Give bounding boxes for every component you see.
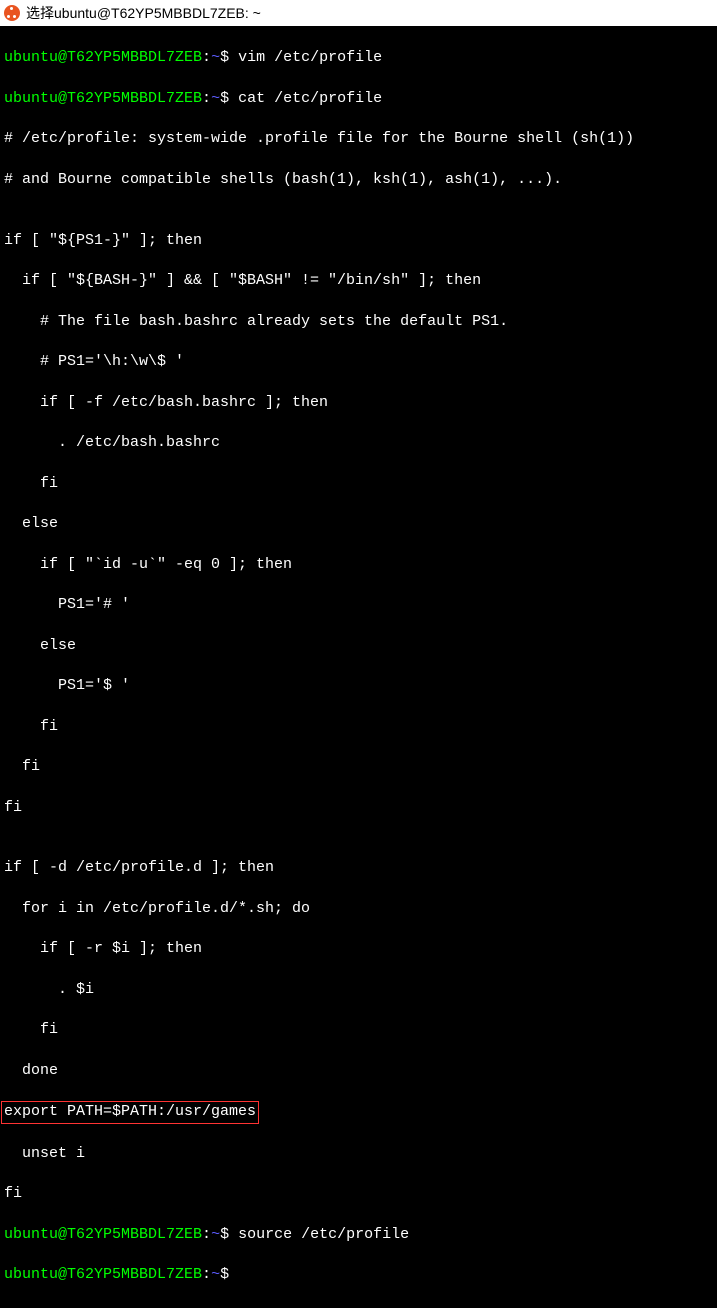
output-line: done	[4, 1061, 713, 1081]
prompt-user-host: ubuntu@T62YP5MBBDL7ZEB	[4, 49, 202, 66]
command-2: cat /etc/profile	[229, 90, 382, 107]
output-line: for i in /etc/profile.d/*.sh; do	[4, 899, 713, 919]
prompt-dollar: $	[220, 1266, 229, 1283]
prompt-dollar: $	[220, 1226, 229, 1243]
prompt-dollar: $	[220, 49, 229, 66]
prompt-user-host: ubuntu@T62YP5MBBDL7ZEB	[4, 1266, 202, 1283]
prompt-line-3: ubuntu@T62YP5MBBDL7ZEB:~$ source /etc/pr…	[4, 1225, 713, 1245]
output-line: fi	[4, 757, 713, 777]
output-line: . /etc/bash.bashrc	[4, 433, 713, 453]
output-line: if [ "${BASH-}" ] && [ "$BASH" != "/bin/…	[4, 271, 713, 291]
prompt-dollar: $	[220, 90, 229, 107]
output-line: fi	[4, 717, 713, 737]
output-line: if [ "${PS1-}" ]; then	[4, 231, 713, 251]
command-1: vim /etc/profile	[229, 49, 382, 66]
output-line: # The file bash.bashrc already sets the …	[4, 312, 713, 332]
output-line: fi	[4, 1020, 713, 1040]
output-line: fi	[4, 474, 713, 494]
prompt-user-host: ubuntu@T62YP5MBBDL7ZEB	[4, 1226, 202, 1243]
prompt-path: ~	[211, 1266, 220, 1283]
prompt-colon: :	[202, 90, 211, 107]
output-line: PS1='# '	[4, 595, 713, 615]
output-line: fi	[4, 1184, 713, 1204]
prompt-line-4[interactable]: ubuntu@T62YP5MBBDL7ZEB:~$	[4, 1265, 713, 1285]
output-line: if [ -f /etc/bash.bashrc ]; then	[4, 393, 713, 413]
output-line: # PS1='\h:\w\$ '	[4, 352, 713, 372]
output-line: if [ -r $i ]; then	[4, 939, 713, 959]
prompt-path: ~	[211, 90, 220, 107]
output-line: unset i	[4, 1144, 713, 1164]
prompt-colon: :	[202, 49, 211, 66]
window-titlebar: 选择ubuntu@T62YP5MBBDL7ZEB: ~	[0, 0, 717, 26]
prompt-path: ~	[211, 49, 220, 66]
output-line: fi	[4, 798, 713, 818]
highlight-box: export PATH=$PATH:/usr/games	[1, 1101, 259, 1123]
prompt-user-host: ubuntu@T62YP5MBBDL7ZEB	[4, 90, 202, 107]
prompt-colon: :	[202, 1266, 211, 1283]
terminal-content[interactable]: ubuntu@T62YP5MBBDL7ZEB:~$ vim /etc/profi…	[0, 26, 717, 1308]
output-line: . $i	[4, 980, 713, 1000]
prompt-line-2: ubuntu@T62YP5MBBDL7ZEB:~$ cat /etc/profi…	[4, 89, 713, 109]
output-line: # and Bourne compatible shells (bash(1),…	[4, 170, 713, 190]
output-line: PS1='$ '	[4, 676, 713, 696]
window-title: 选择ubuntu@T62YP5MBBDL7ZEB: ~	[26, 4, 261, 23]
highlighted-export-line: export PATH=$PATH:/usr/games	[4, 1101, 713, 1123]
output-line: if [ "`id -u`" -eq 0 ]; then	[4, 555, 713, 575]
output-line: else	[4, 636, 713, 656]
prompt-colon: :	[202, 1226, 211, 1243]
output-line: else	[4, 514, 713, 534]
prompt-path: ~	[211, 1226, 220, 1243]
output-line: if [ -d /etc/profile.d ]; then	[4, 858, 713, 878]
prompt-line-1: ubuntu@T62YP5MBBDL7ZEB:~$ vim /etc/profi…	[4, 48, 713, 68]
ubuntu-icon	[4, 5, 20, 21]
output-line: # /etc/profile: system-wide .profile fil…	[4, 129, 713, 149]
command-3: source /etc/profile	[229, 1226, 409, 1243]
